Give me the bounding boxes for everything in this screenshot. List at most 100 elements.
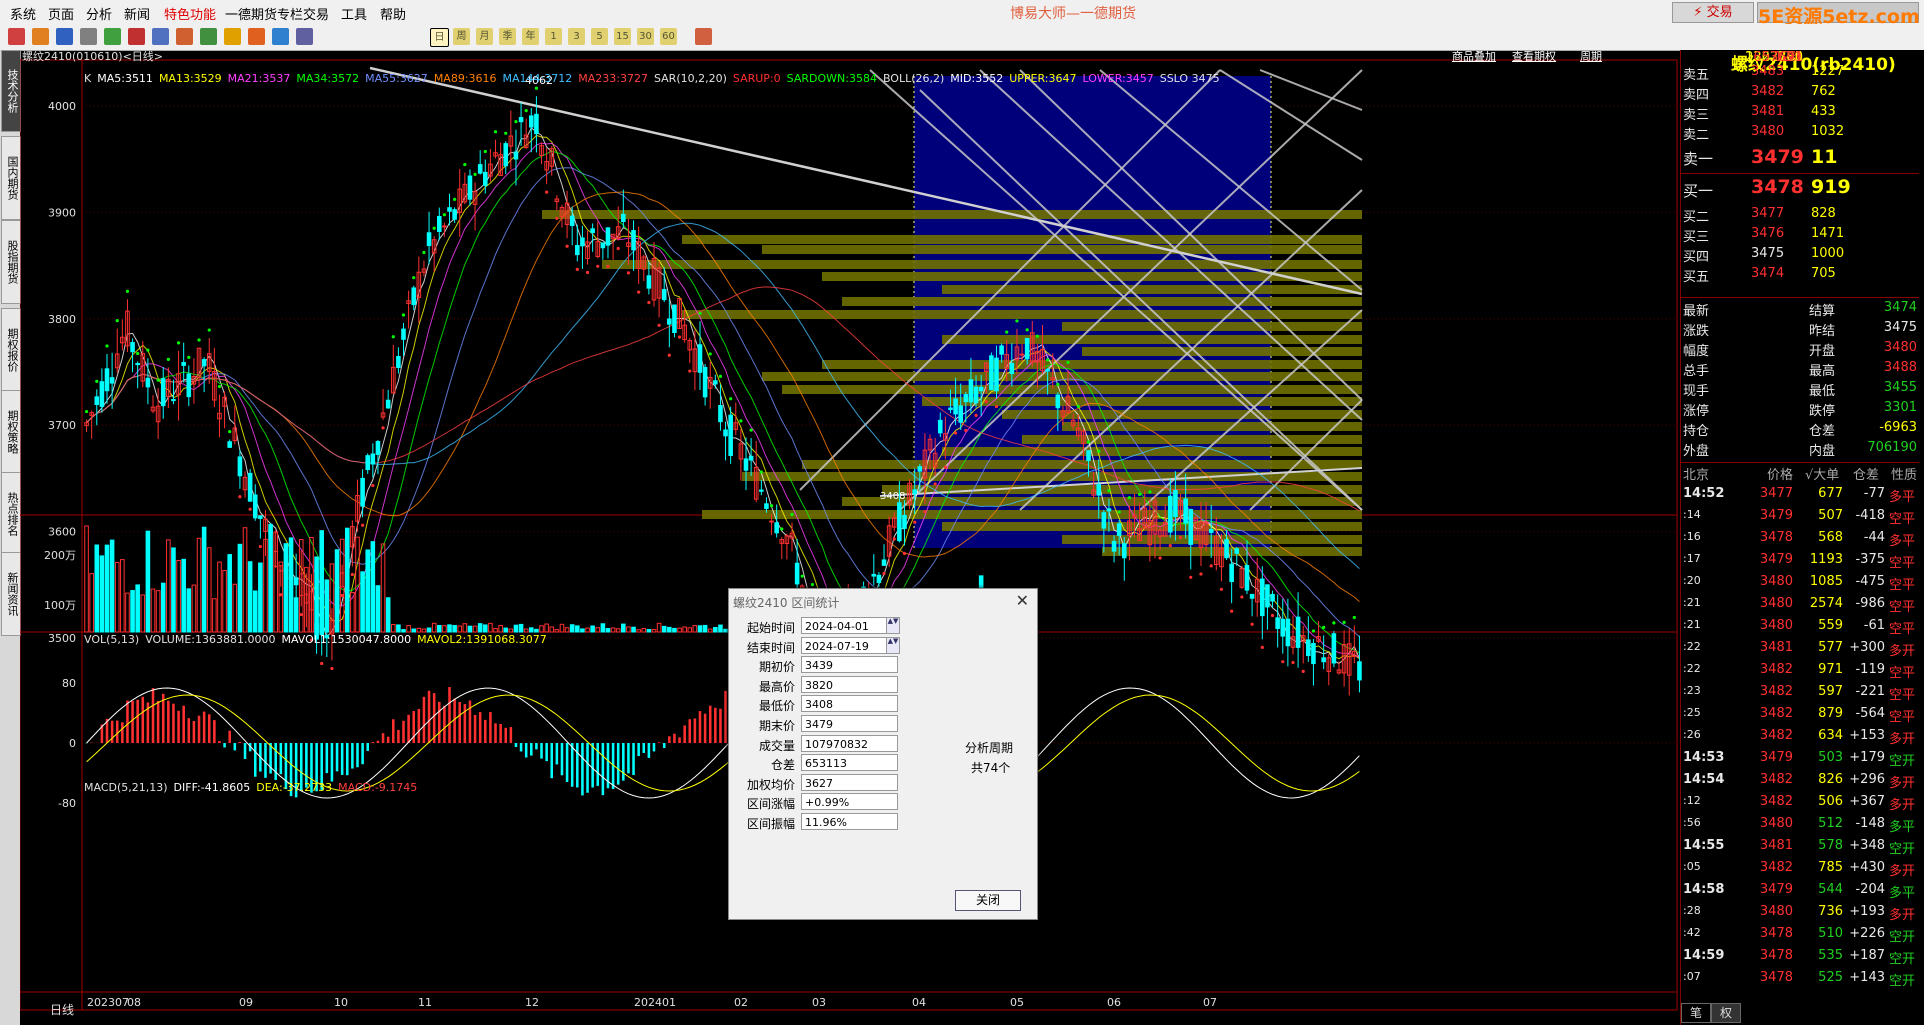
tick-time: :25	[1683, 706, 1701, 719]
period-button[interactable]: 月	[476, 28, 493, 45]
volume-bar	[283, 543, 289, 633]
tick-time: 14:53	[1683, 750, 1725, 765]
dialog-field-input[interactable]: 11.96%	[801, 813, 898, 830]
toolbar-tool-icon[interactable]	[296, 28, 313, 45]
period-button[interactable]: 1	[545, 28, 562, 45]
menu-page[interactable]: 页面	[48, 4, 74, 23]
candle-body	[411, 287, 417, 306]
calc-icon[interactable]	[695, 28, 712, 45]
tick-time: :42	[1683, 926, 1701, 939]
candle-body	[186, 373, 192, 398]
stat-label: 最低	[1809, 384, 1836, 399]
sar-dot	[923, 510, 927, 514]
period-button[interactable]: 3	[568, 28, 585, 45]
dialog-field-input[interactable]: 2024-07-19	[801, 636, 899, 654]
period-button[interactable]: 季	[499, 28, 516, 45]
toolbar-tool-icon[interactable]	[8, 28, 25, 45]
dialog-field-input[interactable]: 107970832	[801, 734, 898, 752]
volume-bar	[201, 526, 207, 633]
left-tab[interactable]: 国内期货	[1, 136, 21, 220]
tick-price: 3482	[1759, 684, 1793, 699]
panel-bottom-tab[interactable]: 权	[1711, 1003, 1741, 1023]
date-spinner[interactable]: ▲▼	[886, 636, 900, 654]
period-button[interactable]: 周	[453, 28, 470, 45]
menu-system[interactable]: 系统	[10, 4, 36, 23]
toolbar-tool-icon[interactable]	[152, 28, 169, 45]
volume-bar	[518, 623, 524, 633]
menu-tools[interactable]: 工具	[341, 4, 367, 23]
dialog-field-input[interactable]: 3439	[801, 656, 898, 674]
date-axis-label: 08	[127, 996, 141, 1009]
toolbar-tool-icon[interactable]	[56, 28, 73, 45]
panel-bottom-tab[interactable]: 笔	[1681, 1003, 1711, 1023]
period-button[interactable]: 30	[637, 28, 654, 45]
menu-help[interactable]: 帮助	[380, 4, 406, 23]
ask-label: 卖一	[1683, 150, 1714, 168]
menu-analysis[interactable]: 分析	[86, 4, 112, 23]
candle-body	[1055, 394, 1061, 409]
candle-body	[621, 213, 626, 222]
candle-body	[171, 398, 176, 402]
volume-bar	[114, 561, 120, 633]
candle-body	[1009, 363, 1015, 375]
period-button[interactable]: 5	[591, 28, 608, 45]
volume-bar	[477, 623, 483, 633]
toolbar-tool-icon[interactable]	[128, 28, 145, 45]
toolbar-tool-icon[interactable]	[200, 28, 217, 45]
overlay-link[interactable]: 商品叠加	[1452, 48, 1496, 64]
toolbar-tool-icon[interactable]	[272, 28, 289, 45]
dialog-field-input[interactable]: 3820	[801, 675, 898, 693]
tick-nature: 空平	[1889, 556, 1916, 571]
tick-nature: 多平	[1889, 886, 1916, 901]
candle-body	[937, 419, 943, 434]
left-tab[interactable]: 新闻资讯	[1, 552, 21, 636]
tick-volume: 503	[1818, 750, 1843, 765]
toolbar-tool-icon[interactable]	[176, 28, 193, 45]
left-tab[interactable]: 期权策略	[1, 390, 21, 474]
left-tab[interactable]: 期权报价	[1, 308, 21, 392]
menu-column[interactable]: 一德期货专栏	[225, 4, 303, 23]
menu-trade[interactable]: 交易	[303, 4, 329, 23]
close-button[interactable]: 关闭	[955, 890, 1021, 911]
stat-label: 内盘	[1809, 444, 1836, 459]
left-tab[interactable]: 技术分析	[1, 50, 21, 132]
period-button[interactable]: 日	[430, 28, 449, 47]
candle-body	[794, 562, 800, 585]
candle-body	[569, 215, 575, 227]
dialog-field-input[interactable]: +0.99%	[801, 793, 898, 811]
date-spinner[interactable]: ▲▼	[886, 617, 900, 634]
dialog-close-icon[interactable]: ✕	[1016, 591, 1029, 610]
menu-features[interactable]: 特色功能	[164, 4, 216, 23]
candle-body	[477, 164, 483, 174]
tick-volume: 544	[1818, 882, 1843, 897]
toolbar-tool-icon[interactable]	[248, 28, 265, 45]
lightning-icon: ⚡	[1693, 5, 1703, 20]
toolbar-tool-icon[interactable]	[80, 28, 97, 45]
dialog-field-input[interactable]: 3627	[801, 773, 898, 791]
trade-button[interactable]: ⚡ 交易	[1672, 2, 1754, 23]
left-tab[interactable]: 热点排名	[1, 472, 21, 556]
tick-time: :14	[1683, 508, 1701, 521]
candle-body	[1168, 495, 1173, 533]
toolbar-tool-icon[interactable]	[104, 28, 121, 45]
volume-bar	[370, 541, 376, 633]
stat-value: 706190	[1867, 440, 1917, 455]
indicator-value: MA233:3727	[578, 72, 648, 85]
indicator-value: SARDOWN:3584	[786, 72, 877, 85]
period-button[interactable]: 15	[614, 28, 631, 45]
period-button[interactable]: 年	[522, 28, 539, 45]
menu-news[interactable]: 新闻	[124, 4, 150, 23]
period-button[interactable]: 60	[660, 28, 677, 45]
left-tab[interactable]: 股指期货	[1, 220, 21, 304]
period-link[interactable]: 周期	[1580, 48, 1602, 64]
toolbar-tool-icon[interactable]	[224, 28, 241, 45]
candle-body	[1280, 618, 1286, 637]
volume-bar	[84, 525, 89, 633]
sar-dot	[1086, 440, 1091, 444]
dialog-field-input[interactable]: 653113	[801, 754, 898, 772]
option-link[interactable]: 查看期权	[1512, 48, 1556, 64]
dialog-field-input[interactable]: 3479	[801, 715, 898, 732]
dialog-field-input[interactable]: 2024-04-01	[801, 617, 899, 634]
toolbar-tool-icon[interactable]	[32, 28, 49, 45]
dialog-field-input[interactable]: 3408	[801, 695, 898, 713]
